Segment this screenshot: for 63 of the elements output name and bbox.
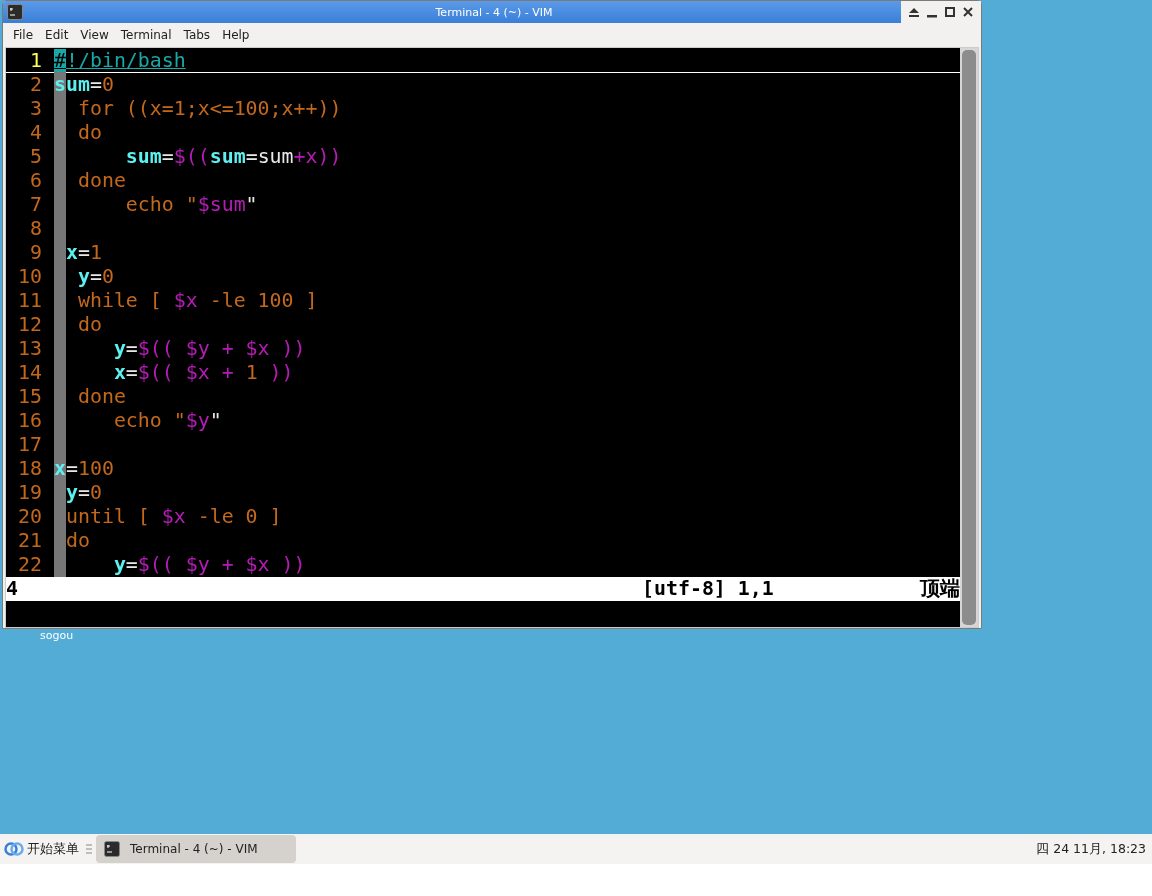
code-line: x=100: [54, 457, 114, 481]
code-line: until [ $x -le 0 ]: [64, 505, 282, 529]
scroll-position: 顶端: [920, 577, 960, 601]
line-number: 13: [17, 337, 43, 361]
line-number: 10: [17, 265, 43, 289]
line-number: 15: [17, 385, 43, 409]
line-number: 3: [29, 97, 43, 121]
taskbar-button[interactable]: Terminal - 4 (~) - VIM: [96, 835, 296, 863]
code-line: y=0: [64, 481, 102, 505]
line-number: 22: [17, 553, 43, 577]
line-number: 17: [17, 433, 43, 457]
line-number: 7: [29, 193, 43, 217]
clock: 四 24 11月, 18:23: [1036, 840, 1147, 858]
line-number: 4: [29, 121, 43, 145]
menu-item[interactable]: View: [74, 26, 115, 44]
code-line: echo "$y": [112, 409, 222, 433]
code-line: y=$(( $y + $x )): [112, 337, 306, 361]
line-number: 8: [29, 217, 43, 241]
code-line: for ((x=1;x<=100;x++)): [76, 97, 342, 121]
code-line: do: [64, 529, 90, 553]
code-line: #!/bin/bash: [54, 49, 186, 73]
terminal-icon: [7, 4, 23, 20]
start-menu-label[interactable]: 开始菜单: [27, 840, 79, 858]
code-line: y=$(( $y + $x )): [112, 553, 306, 577]
start-logo-icon[interactable]: [4, 841, 24, 857]
code-line: sum=0: [54, 73, 114, 97]
line-number: 16: [17, 409, 43, 433]
code-line: do: [76, 121, 102, 145]
status-text: 4: [6, 577, 19, 601]
menu-item[interactable]: Help: [216, 26, 256, 44]
close-icon[interactable]: [961, 5, 975, 19]
menu-item[interactable]: Tabs: [177, 26, 217, 44]
scrollbar[interactable]: [960, 48, 978, 627]
line-number: 20: [17, 505, 43, 529]
line-number: 14: [17, 361, 43, 385]
code-line: sum=$((sum=sum+x)): [124, 145, 342, 169]
code-line: done: [76, 385, 126, 409]
line-number: 12: [17, 313, 43, 337]
terminal-icon: [104, 841, 120, 857]
line-number: 1: [29, 49, 43, 72]
cursor-position: [utf-8] 1,1: [642, 577, 775, 601]
line-number: 5: [29, 145, 43, 169]
menu-item[interactable]: File: [7, 26, 40, 44]
code-line: while [ $x -le 100 ]: [76, 289, 318, 313]
line-number: 6: [29, 169, 43, 193]
code-line: x=$(( $x + 1 )): [112, 361, 294, 385]
window-title: Terminal - 4 (~) - VIM: [434, 5, 554, 19]
line-number: 21: [17, 529, 43, 553]
line-number: 11: [17, 289, 43, 313]
line-number: 2: [29, 73, 43, 97]
code-line: done: [76, 169, 126, 193]
code-line: do: [76, 313, 102, 337]
code-line: y=0: [76, 265, 114, 289]
shade-icon[interactable]: [907, 5, 921, 19]
line-number: 19: [17, 481, 43, 505]
code-line: echo "$sum": [124, 193, 258, 217]
maximize-icon[interactable]: [943, 5, 957, 19]
menu-item[interactable]: Edit: [39, 26, 75, 44]
code-line: x=1: [64, 241, 102, 265]
line-number: 18: [17, 457, 43, 481]
line-number: 9: [29, 241, 43, 265]
handle-icon[interactable]: [86, 843, 92, 855]
menu-item[interactable]: Terminal: [114, 26, 178, 44]
